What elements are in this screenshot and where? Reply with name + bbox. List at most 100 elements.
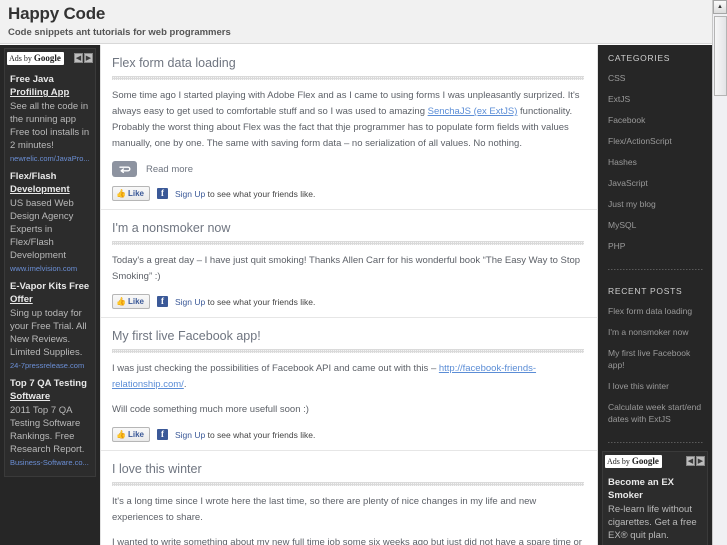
ad-item[interactable]: Become an EX Smoker Re-learn life withou… <box>603 472 707 545</box>
list-item[interactable]: I'm a nonsmoker now <box>608 326 704 338</box>
list-item[interactable]: I love this winter <box>608 380 704 392</box>
list-item[interactable]: CSS <box>608 72 704 84</box>
facebook-like-label: Like <box>127 430 144 439</box>
inline-link[interactable]: SenchaJS (ex ExtJS) <box>428 106 518 117</box>
ad-item[interactable]: E-Vapor Kits Free Offer Sing up today fo… <box>5 276 95 373</box>
right-ads-nav[interactable]: ◀ ▶ <box>686 456 705 466</box>
left-sidebar: Ads by Google ◀ ▶ Free Java Profiling Ap… <box>0 45 100 545</box>
ad-description: US based Web Design Agency Experts in Fl… <box>10 198 74 261</box>
sidebar-item-javascript[interactable]: JavaScript <box>608 177 704 189</box>
ad-description: Sing up today for your Free Trial. All N… <box>10 308 87 358</box>
article: I love this winter It's a long time sinc… <box>100 451 598 545</box>
facebook-signup-link[interactable]: Sign Up <box>175 297 205 307</box>
list-item[interactable]: Calculate week start/end dates with ExtJ… <box>608 401 704 425</box>
ad-title-line2: Development <box>10 184 70 195</box>
left-ads-nav[interactable]: ◀ ▶ <box>74 53 93 63</box>
facebook-like-widget[interactable]: 👍 Like f Sign Up to see what your friend… <box>112 186 584 201</box>
scroll-up-button[interactable]: ▲ <box>713 0 727 14</box>
title-divider <box>112 76 584 80</box>
scroll-thumb[interactable] <box>714 16 727 96</box>
thumbs-up-icon: 👍 <box>116 430 126 439</box>
ad-item[interactable]: Flex/Flash Development US based Web Desi… <box>5 166 95 276</box>
list-item[interactable]: Facebook <box>608 114 704 126</box>
list-item[interactable]: Just my blog <box>608 198 704 210</box>
categories-title: CATEGORIES <box>608 53 671 63</box>
list-item[interactable]: My first live Facebook app! <box>608 347 704 371</box>
vertical-scrollbar[interactable]: ▲ <box>712 0 727 545</box>
sidebar-item-css[interactable]: CSS <box>608 72 704 84</box>
sidebar-item-php[interactable]: PHP <box>608 240 704 252</box>
facebook-like-widget[interactable]: 👍 Like f Sign Up to see what your friend… <box>112 427 584 442</box>
recent-post-link[interactable]: I love this winter <box>608 380 704 392</box>
ads-prev-icon[interactable]: ◀ <box>74 53 83 63</box>
main-content: Flex form data loading Some time ago I s… <box>100 45 598 545</box>
ad-item[interactable]: Top 7 QA Testing Software 2011 Top 7 QA … <box>5 373 95 470</box>
list-item[interactable]: MySQL <box>608 219 704 231</box>
thumbs-up-icon: 👍 <box>116 189 126 198</box>
list-item[interactable]: Hashes <box>608 156 704 168</box>
facebook-signup-link[interactable]: Sign Up <box>175 189 205 199</box>
ads-next-icon[interactable]: ▶ <box>696 456 705 466</box>
read-more-label[interactable]: Read more <box>146 164 193 175</box>
right-google-ads-box: Ads by Google ◀ ▶ Become an EX Smoker Re… <box>602 451 708 545</box>
paragraph-text-after: . <box>183 379 187 390</box>
sidebar-item-flex-actionscript[interactable]: Flex/ActionScript <box>608 135 704 147</box>
sidebar-item-hashes[interactable]: Hashes <box>608 156 704 168</box>
article: I'm a nonsmoker now Today's a great day … <box>100 210 598 318</box>
ads-next-icon[interactable]: ▶ <box>84 53 93 63</box>
recent-post-link[interactable]: Flex form data loading <box>608 305 704 317</box>
ad-title[interactable]: Become an EX Smoker <box>608 476 702 502</box>
ad-title[interactable]: Free Java Profiling App <box>10 73 90 99</box>
ad-title-line1: Free Java <box>10 74 54 85</box>
site-title: Happy Code <box>8 4 106 23</box>
list-item[interactable]: Flex/ActionScript <box>608 135 704 147</box>
ad-url[interactable]: www.imelvision.com <box>10 263 90 274</box>
categories-widget: CATEGORIES CSS ExtJS Facebook Flex/Actio… <box>598 45 712 263</box>
list-item[interactable]: PHP <box>608 240 704 252</box>
article: Flex form data loading Some time ago I s… <box>100 45 598 210</box>
list-item[interactable]: ExtJS <box>608 93 704 105</box>
facebook-logo-icon: f <box>156 188 168 199</box>
ad-item[interactable]: Free Java Profiling App See all the code… <box>5 69 95 166</box>
recent-posts-widget: RECENT POSTS Flex form data loading I'm … <box>598 278 712 436</box>
sidebar-item-facebook[interactable]: Facebook <box>608 114 704 126</box>
sidebar-item-extjs[interactable]: ExtJS <box>608 93 704 105</box>
facebook-like-button[interactable]: 👍 Like <box>112 294 150 309</box>
ads-prev-icon[interactable]: ◀ <box>686 456 695 466</box>
article: My first live Facebook app! I was just c… <box>100 318 598 451</box>
facebook-like-button[interactable]: 👍 Like <box>112 427 150 442</box>
recent-post-link[interactable]: I'm a nonsmoker now <box>608 326 704 338</box>
facebook-signup-text: Sign Up to see what your friends like. <box>175 188 315 200</box>
list-item[interactable]: JavaScript <box>608 177 704 189</box>
ad-title-line1: Top 7 QA Testing <box>10 378 87 389</box>
recent-post-link[interactable]: Calculate week start/end dates with ExtJ… <box>608 401 704 425</box>
ads-by-google-label: Ads by Google <box>7 51 64 65</box>
ad-title[interactable]: Flex/Flash Development <box>10 170 90 196</box>
facebook-signup-link[interactable]: Sign Up <box>175 430 205 440</box>
read-more-button[interactable]: Read more <box>112 161 584 177</box>
article-title[interactable]: I love this winter <box>112 461 584 477</box>
facebook-like-label: Like <box>127 189 144 198</box>
site-tagline: Code snippets ant tutorials for web prog… <box>8 27 231 38</box>
facebook-signup-suffix: to see what your friends like. <box>205 296 316 307</box>
ad-url[interactable]: 24-7pressrelease.com <box>10 360 90 371</box>
recent-post-link[interactable]: My first live Facebook app! <box>608 347 704 371</box>
facebook-signup-text: Sign Up to see what your friends like. <box>175 296 315 308</box>
article-title[interactable]: Flex form data loading <box>112 55 584 71</box>
sidebar-item-just-my-blog[interactable]: Just my blog <box>608 198 704 210</box>
facebook-like-widget[interactable]: 👍 Like f Sign Up to see what your friend… <box>112 294 584 309</box>
sidebar-item-mysql[interactable]: MySQL <box>608 219 704 231</box>
ad-title[interactable]: E-Vapor Kits Free Offer <box>10 280 90 306</box>
facebook-logo-icon: f <box>156 429 168 440</box>
ad-url[interactable]: Business-Software.co... <box>10 457 90 468</box>
list-item[interactable]: Flex form data loading <box>608 305 704 317</box>
article-paragraph: Will code something much more usefull so… <box>112 404 309 415</box>
ad-title[interactable]: Top 7 QA Testing Software <box>10 377 90 403</box>
facebook-like-button[interactable]: 👍 Like <box>112 186 150 201</box>
article-title[interactable]: I'm a nonsmoker now <box>112 220 584 236</box>
ad-url[interactable]: newrelic.com/JavaPro... <box>10 153 90 164</box>
ad-title-line1: E-Vapor Kits Free <box>10 281 90 292</box>
facebook-logo-icon: f <box>156 296 168 307</box>
read-more-arrow-icon[interactable] <box>112 161 137 177</box>
article-title[interactable]: My first live Facebook app! <box>112 328 584 344</box>
